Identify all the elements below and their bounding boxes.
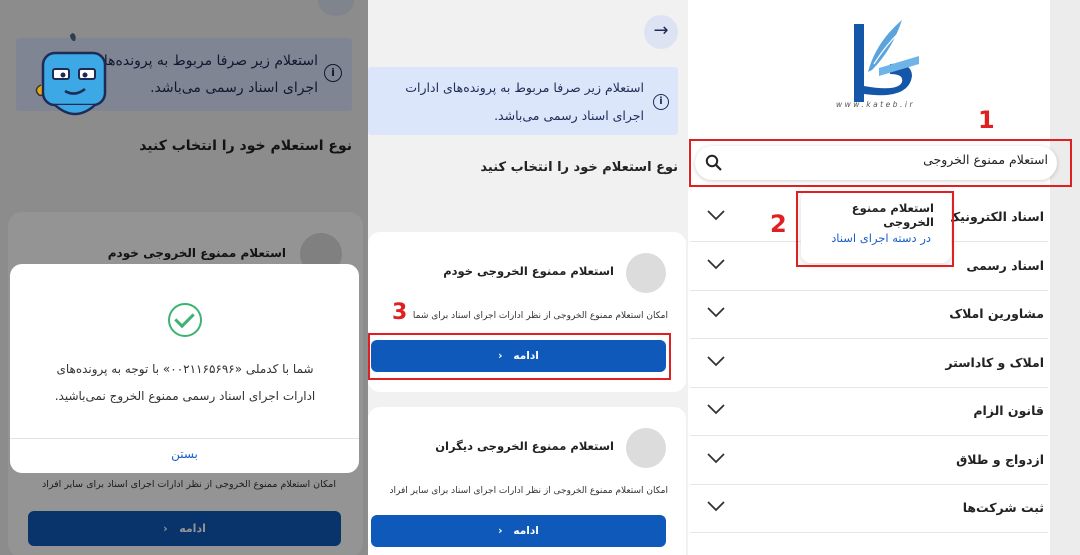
menu-label: ازدواج و طلاق — [956, 452, 1044, 467]
info-icon: i — [653, 94, 669, 110]
step-number-3: 3 — [392, 300, 408, 325]
result-screen: i استعلام زیر صرفا مربوط به پرونده‌های ا… — [0, 0, 368, 555]
menu-item-property-cadastre[interactable]: املاک و کاداستر — [690, 340, 1048, 388]
menu-item-real-estate-advisors[interactable]: مشاورین املاک — [690, 291, 1048, 339]
back-button[interactable]: → — [644, 15, 678, 49]
result-message: شما با کدملی «۰۰۲۱۱۶۵۶۹۶» با توجه به پرو… — [54, 362, 316, 403]
continue-button[interactable]: ادامه ‹ — [371, 515, 666, 547]
radio-circle[interactable] — [626, 253, 666, 293]
close-button[interactable]: بستن — [10, 447, 359, 461]
menu-label: اسناد الکترونیک — [947, 209, 1044, 224]
radio-circle[interactable] — [626, 428, 666, 468]
check-circle-icon — [168, 303, 202, 337]
search-icon[interactable] — [705, 154, 722, 171]
chevron-down-icon — [707, 453, 725, 464]
chevron-left-icon: ‹ — [498, 525, 510, 537]
option-description: امکان استعلام ممنوع الخروجی از نظر ادارا… — [389, 486, 669, 496]
option-description: امکان استعلام ممنوع الخروجی از نظر ادارا… — [412, 311, 668, 321]
option-card-others[interactable]: استعلام ممنوع الخروجی دیگران امکان استعل… — [368, 407, 686, 555]
option-title: استعلام ممنوع الخروجی خودم — [443, 264, 614, 278]
option-title: استعلام ممنوع الخروجی دیگران — [435, 439, 614, 453]
genie-mascot-icon — [35, 33, 107, 116]
result-dialog: شما با کدملی «۰۰۲۱۱۶۵۶۹۶» با توجه به پرو… — [10, 264, 359, 473]
continue-label: ادامه — [513, 525, 539, 537]
menu-label: اسناد رسمی — [966, 258, 1044, 273]
chevron-down-icon — [707, 404, 725, 415]
chevron-down-icon — [707, 307, 725, 318]
search-value: استعلام ممنوع الخروجی — [923, 152, 1048, 167]
screenshot-root: i استعلام زیر صرفا مربوط به پرونده‌های ا… — [0, 0, 1080, 555]
menu-label: املاک و کاداستر — [945, 355, 1044, 370]
search-screen: www.kateb.ir 1 استعلام ممنوع الخروجی اسن… — [688, 0, 1080, 555]
divider — [10, 438, 359, 439]
step-number-2: 2 — [770, 210, 787, 238]
kateb-logo-icon — [854, 20, 919, 102]
arrow-right-icon: → — [653, 20, 669, 41]
step-number-1: 1 — [978, 106, 995, 134]
info-text: استعلام زیر صرفا مربوط به پرونده‌های ادا… — [405, 80, 644, 123]
menu-item-obligation-law[interactable]: قانون الزام — [690, 388, 1048, 436]
annotation-box-step3 — [368, 333, 671, 380]
annotation-box-step2 — [796, 191, 954, 267]
inquiry-type-screen: → i استعلام زیر صرفا مربوط به پرونده‌های… — [368, 0, 688, 555]
chevron-down-icon — [707, 356, 725, 367]
menu-label: قانون الزام — [973, 403, 1044, 418]
menu-item-marriage-divorce[interactable]: ازدواج و طلاق — [690, 437, 1048, 485]
section-title: نوع استعلام خود را انتخاب کنید — [480, 160, 678, 175]
menu-item-company-registration[interactable]: ثبت شرکت‌ها — [690, 485, 1048, 533]
menu-label: ثبت شرکت‌ها — [962, 500, 1044, 515]
info-banner: i استعلام زیر صرفا مربوط به پرونده‌های ا… — [368, 67, 678, 135]
menu-label: مشاورین املاک — [949, 306, 1044, 321]
chevron-down-icon — [707, 210, 725, 221]
chevron-down-icon — [707, 259, 725, 270]
side-shade — [1050, 0, 1080, 555]
chevron-down-icon — [707, 501, 725, 512]
logo-url: www.kateb.ir — [835, 100, 916, 109]
